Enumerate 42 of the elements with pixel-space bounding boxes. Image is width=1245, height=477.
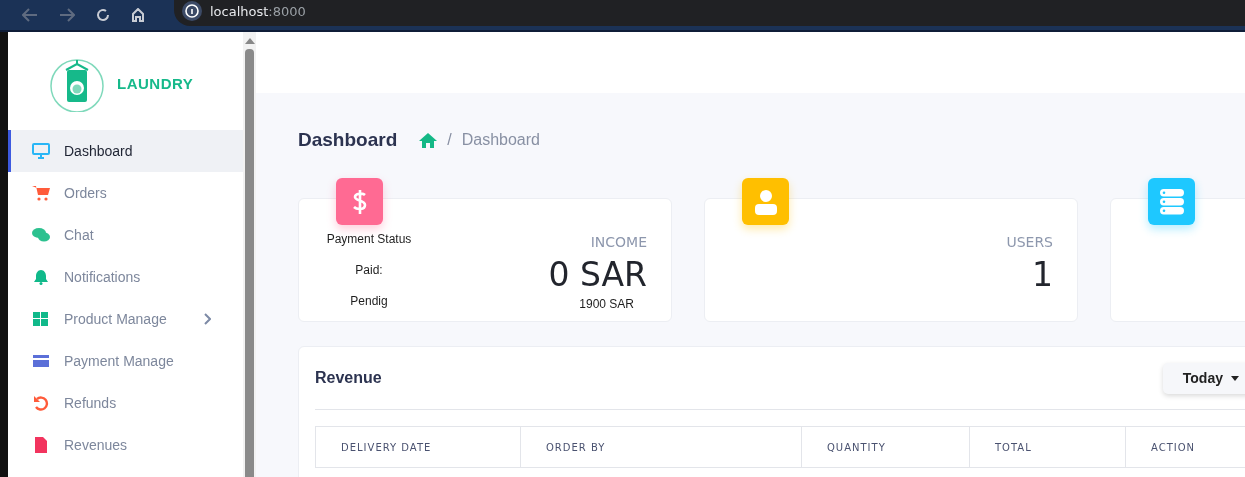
user-icon <box>754 188 777 215</box>
sidebar-item[interactable]: Refunds <box>8 382 243 424</box>
address-bar[interactable]: localhost:8000 <box>174 0 1245 26</box>
column-header: ORDER BY <box>521 427 802 467</box>
scrollbar-thumb[interactable] <box>245 49 254 477</box>
card-value: 1 <box>1032 255 1053 295</box>
back-icon[interactable] <box>22 8 38 22</box>
forward-icon[interactable] <box>59 8 75 22</box>
sidebar-item[interactable]: Revenues <box>8 424 243 466</box>
url-host: localhost <box>210 3 269 19</box>
column-header: ACTION <box>1126 427 1245 467</box>
card-note: 1900 SAR <box>579 296 634 311</box>
breadcrumb-item: / <box>447 131 452 149</box>
detail-text: Paid: <box>355 263 383 277</box>
sidebar-item[interactable]: Dashboard <box>8 130 243 172</box>
breadcrumb-item: Dashboard <box>461 131 540 149</box>
caret-icon <box>1231 375 1239 381</box>
brand-name: LAUNDRY <box>117 74 194 92</box>
card-label: INCOME <box>590 234 647 250</box>
server-icon <box>1159 188 1184 215</box>
sidebar-item[interactable]: Chat <box>8 214 243 256</box>
scrollbar[interactable] <box>243 32 256 477</box>
card-value: 0 SAR <box>548 255 647 295</box>
sidebar-item[interactable]: Notifications <box>8 256 243 298</box>
sidebar-item[interactable]: Orders <box>8 172 243 214</box>
column-header: TOTAL <box>970 427 1126 467</box>
period-dropdown[interactable]: Today <box>1162 362 1245 394</box>
detail-text: Pendig <box>350 294 388 308</box>
detail-text: Payment Status <box>326 232 412 246</box>
section-title: Revenue <box>315 369 383 387</box>
sidebar-item[interactable]: Payment Manage <box>8 340 243 382</box>
sidebar-item[interactable]: Product Manage <box>8 298 243 340</box>
url-port: :8000 <box>268 3 306 19</box>
card-label: USERS <box>1006 234 1053 250</box>
page-title: Dashboard <box>298 129 398 151</box>
column-header: DELIVERY DATE <box>316 427 521 467</box>
scroll-up-icon[interactable] <box>244 38 255 44</box>
home-icon[interactable] <box>131 8 145 22</box>
dollar-icon <box>351 188 368 215</box>
column-header: QUANTITY <box>802 427 970 467</box>
info-icon[interactable] <box>182 1 202 21</box>
reload-icon[interactable] <box>96 8 110 22</box>
